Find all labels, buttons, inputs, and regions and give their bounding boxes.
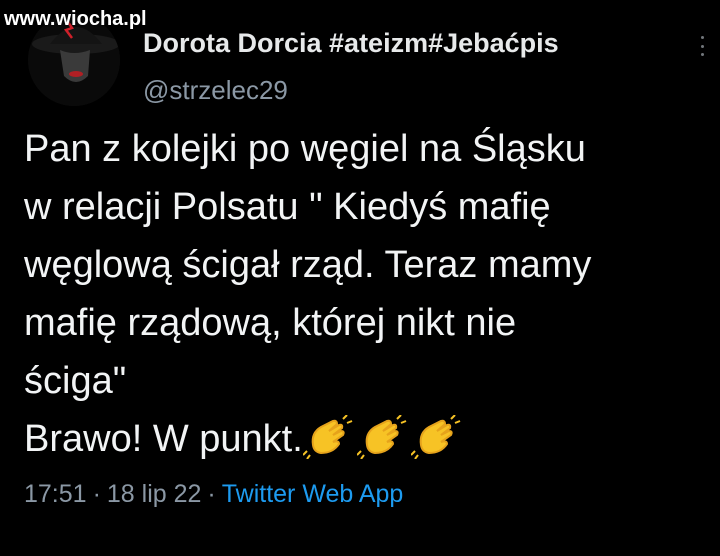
tweet-source-link[interactable]: Twitter Web App	[222, 480, 404, 508]
tweet-time[interactable]: 17:51	[24, 480, 87, 508]
author-display-name[interactable]: Dorota Dorcia #ateizm#Jebaćpis	[143, 28, 559, 59]
clapping-hands-icon	[356, 415, 407, 459]
clapping-hands-icon	[410, 415, 461, 459]
tweet-line: ściga"	[24, 360, 127, 402]
tweet-date[interactable]: 18 lip 22	[107, 480, 202, 508]
meta-separator: ·	[207, 480, 216, 508]
tweet-line: węglową ścigał rząd. Teraz mamy	[24, 244, 592, 286]
more-options-icon[interactable]	[696, 36, 708, 56]
tweet-line: Pan z kolejki po węgiel na Śląsku	[24, 128, 586, 170]
tweet-line: mafię rządową, której nikt nie	[24, 302, 517, 344]
tweet-line: Brawo! W punkt.	[24, 418, 303, 460]
author-handle[interactable]: @strzelec29	[143, 75, 288, 106]
tweet-line: w relacji Polsatu " Kiedyś mafię	[24, 186, 551, 228]
wiocha-watermark: www.wiocha.pl	[4, 8, 147, 30]
tweet-text: Pan z kolejki po węgiel na Śląsku w rela…	[24, 120, 714, 468]
meta-separator: ·	[92, 480, 101, 508]
tweet-last-line: Brawo! W punkt.	[24, 410, 714, 468]
tweet-metadata: 17:51 · 18 lip 22 · Twitter Web App	[24, 480, 403, 509]
clapping-hands-icon	[302, 415, 353, 459]
